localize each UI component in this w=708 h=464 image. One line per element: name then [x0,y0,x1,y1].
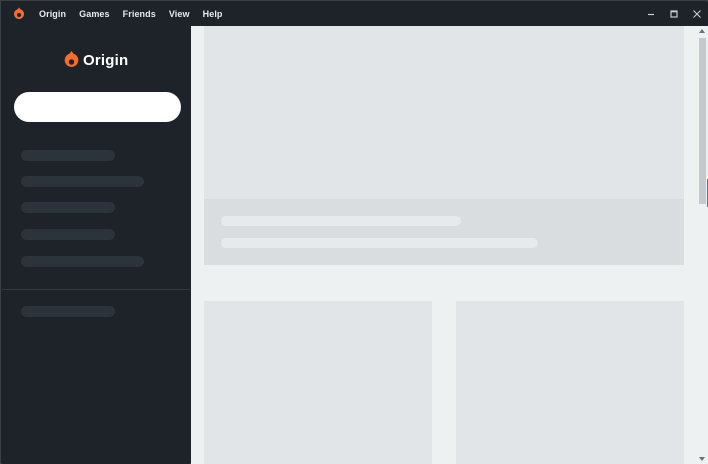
menu-friends[interactable]: Friends [123,9,156,19]
sidebar-divider [2,289,190,290]
nav-item-placeholder[interactable] [21,150,115,161]
scrollbar-thumb[interactable] [699,38,706,204]
vertical-scrollbar[interactable] [697,26,708,464]
menu-help[interactable]: Help [203,9,223,19]
origin-window: Origin Games Friends View Help Origin [0,0,708,464]
scroll-down-arrow-icon[interactable] [699,457,705,461]
hero-caption-placeholder [204,199,684,265]
caption-line-placeholder [221,238,538,248]
close-button[interactable] [685,2,708,26]
logo-text: Origin [83,51,129,69]
card-placeholder[interactable] [204,301,432,464]
title-bar: Origin Games Friends View Help [2,2,708,26]
main-content [191,26,697,464]
nav-item-placeholder[interactable] [21,176,144,187]
menu-games[interactable]: Games [79,9,110,19]
menu-bar: Origin Games Friends View Help [39,2,236,26]
nav-item-placeholder[interactable] [21,229,115,240]
maximize-button[interactable] [662,2,685,26]
nav-item-placeholder[interactable] [21,306,115,317]
hero-banner-placeholder[interactable] [204,26,684,199]
card-placeholder[interactable] [456,301,684,464]
maximize-icon [669,10,678,18]
scroll-up-arrow-icon[interactable] [699,29,705,33]
nav-item-placeholder[interactable] [21,202,115,213]
origin-logo[interactable]: Origin [64,49,128,71]
minimize-icon [647,13,654,16]
caption-line-placeholder [221,216,461,226]
window-controls [639,2,708,26]
menu-view[interactable]: View [169,9,190,19]
origin-app-icon[interactable] [13,7,27,21]
minimize-button[interactable] [639,2,662,26]
origin-logo-icon [64,50,79,67]
menu-origin[interactable]: Origin [39,9,66,19]
search-input[interactable] [14,92,181,122]
nav-item-placeholder[interactable] [21,256,144,267]
sidebar: Origin [2,26,190,464]
close-icon [692,10,701,18]
